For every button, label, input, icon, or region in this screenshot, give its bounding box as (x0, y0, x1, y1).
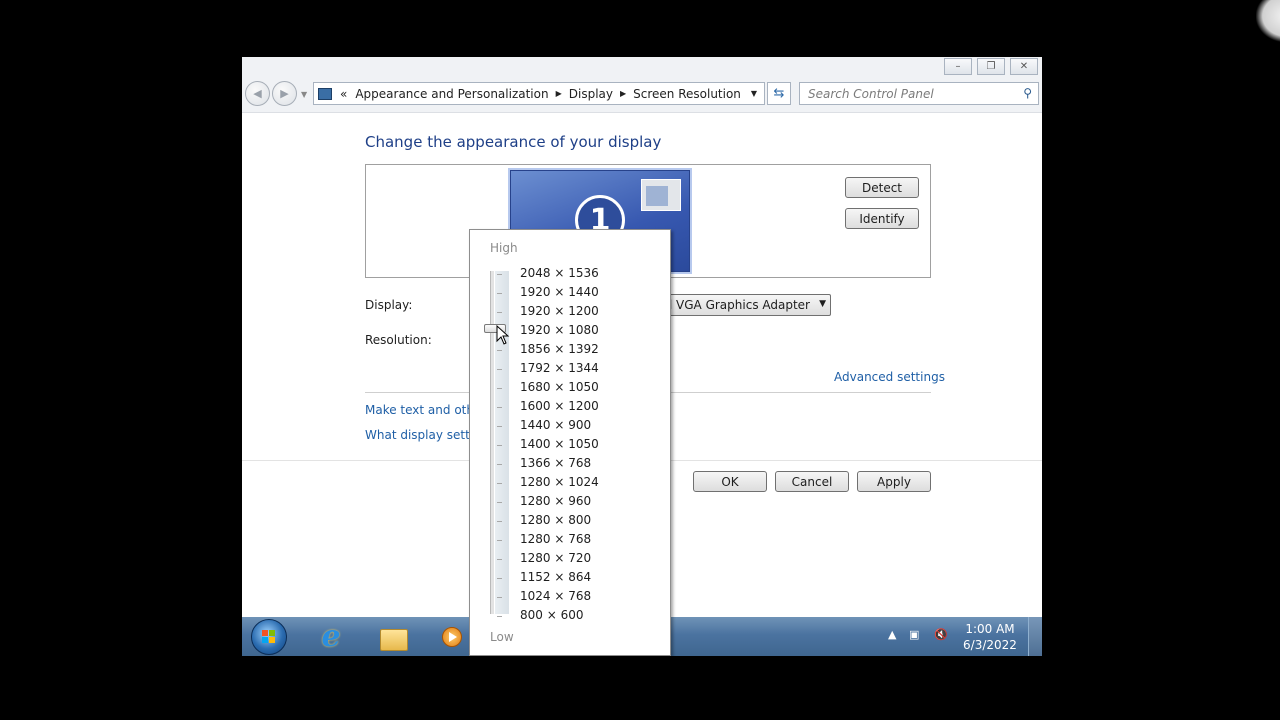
refresh-button[interactable]: ⇆ (767, 82, 791, 105)
slider-tick-mark (497, 521, 502, 522)
close-icon: ✕ (1019, 61, 1029, 72)
media-player-button[interactable] (435, 620, 469, 653)
back-button[interactable]: ◀ (245, 81, 270, 106)
network-icon[interactable]: ▣ (909, 628, 919, 641)
resolution-option[interactable]: 1856 × 1392 (520, 342, 599, 356)
resolution-option[interactable]: 1280 × 960 (520, 494, 591, 508)
window-thumbnail-icon (641, 179, 681, 211)
slider-tick-mark (497, 616, 502, 617)
advanced-settings-link[interactable]: Advanced settings (834, 370, 945, 384)
windows-explorer-button[interactable] (377, 620, 411, 653)
mouse-cursor-icon (496, 325, 510, 345)
recent-pages-dropdown[interactable]: ▼ (301, 90, 307, 99)
minimize-icon: – (955, 61, 961, 72)
breadcrumb-appearance[interactable]: Appearance and Personalization (355, 87, 548, 101)
resolution-slider-popup: High 2048 × 1536 1920 × 1440 1920 × 1200 19… (469, 229, 671, 656)
slider-tick-mark (497, 483, 502, 484)
slider-tick-mark (497, 559, 502, 560)
resolution-label: Resolution: (365, 333, 432, 347)
address-bar[interactable]: « Appearance and Personalization ▶ Displ… (313, 82, 765, 105)
apply-button[interactable]: Apply (857, 471, 931, 492)
display-select[interactable]: lard VGA Graphics Adapter ▼ (649, 294, 831, 316)
slider-tick-mark (497, 578, 502, 579)
slider-tick-mark (497, 597, 502, 598)
address-dropdown-icon[interactable]: ▼ (751, 89, 757, 98)
slider-high-label: High (490, 241, 518, 255)
media-player-icon (442, 626, 462, 647)
control-panel-icon (318, 87, 332, 100)
display-select-value: lard VGA Graphics Adapter (649, 298, 810, 312)
ok-button[interactable]: OK (693, 471, 767, 492)
slider-tick-mark (497, 274, 502, 275)
slider-tick-mark (497, 388, 502, 389)
minimize-button[interactable]: – (944, 58, 972, 75)
resolution-option[interactable]: 1920 × 1200 (520, 304, 599, 318)
detect-button[interactable]: Detect (845, 177, 919, 198)
resolution-option[interactable]: 1680 × 1050 (520, 380, 599, 394)
resolution-option[interactable]: 1152 × 864 (520, 570, 591, 584)
internet-explorer-button[interactable]: e (314, 619, 348, 654)
clock-time: 1:00 AM (965, 622, 1015, 636)
chevron-down-icon: ▼ (819, 299, 826, 309)
restore-button[interactable]: ❐ (977, 58, 1005, 75)
forward-arrow-icon: ▶ (280, 87, 289, 100)
close-button[interactable]: ✕ (1010, 58, 1038, 75)
slider-tick-mark (497, 502, 502, 503)
back-arrow-icon: ◀ (253, 87, 262, 100)
slider-tick-mark (497, 369, 502, 370)
search-input[interactable] (806, 86, 1010, 102)
slider-tick-mark (497, 540, 502, 541)
slider-tick-mark (497, 293, 502, 294)
resolution-option[interactable]: 1280 × 800 (520, 513, 591, 527)
resolution-option[interactable]: 1600 × 1200 (520, 399, 599, 413)
resolution-option[interactable]: 1792 × 1344 (520, 361, 599, 375)
restore-icon: ❐ (986, 61, 996, 72)
slider-track-fill (495, 271, 509, 614)
resolution-option[interactable]: 1280 × 720 (520, 551, 591, 565)
page-title: Change the appearance of your display (365, 133, 662, 151)
display-label: Display: (365, 298, 413, 312)
resolution-option[interactable]: 2048 × 1536 (520, 266, 599, 280)
slider-tick-mark (497, 312, 502, 313)
navigation-bar: ◀ ▶ ▼ « Appearance and Personalization ▶… (242, 78, 1042, 113)
slider-low-label: Low (490, 630, 514, 644)
cancel-button[interactable]: Cancel (775, 471, 849, 492)
breadcrumb-overflow-chevron[interactable]: « (340, 87, 347, 101)
slider-tick-mark (497, 464, 502, 465)
internet-explorer-icon: e (321, 619, 341, 654)
resolution-option[interactable]: 1024 × 768 (520, 589, 591, 603)
resolution-slider-track[interactable] (490, 271, 494, 614)
slider-tick-mark (497, 407, 502, 408)
slider-tick-mark (497, 426, 502, 427)
clock[interactable]: 1:00 AM 6/3/2022 (960, 621, 1020, 653)
show-hidden-icons-icon[interactable]: ▲ (888, 628, 896, 641)
resolution-option[interactable]: 1920 × 1440 (520, 285, 599, 299)
breadcrumb-screen-resolution[interactable]: Screen Resolution (633, 87, 741, 101)
start-button[interactable] (251, 619, 287, 655)
search-icon[interactable]: ⚲ (1023, 86, 1032, 100)
background-glow (1256, 0, 1280, 42)
windows-flag-icon (262, 630, 276, 644)
volume-muted-icon[interactable]: 🔇 (934, 628, 948, 641)
identify-button[interactable]: Identify (845, 208, 919, 229)
resolution-option[interactable]: 1920 × 1080 (520, 323, 599, 337)
breadcrumb-separator-icon[interactable]: ▶ (620, 89, 626, 98)
folder-icon (380, 628, 408, 651)
refresh-icon: ⇆ (773, 86, 785, 101)
resolution-option[interactable]: 1280 × 768 (520, 532, 591, 546)
resolution-option[interactable]: 800 × 600 (520, 608, 584, 622)
forward-button[interactable]: ▶ (272, 81, 297, 106)
search-box[interactable]: ⚲ (799, 82, 1039, 105)
clock-date: 6/3/2022 (963, 638, 1017, 652)
slider-tick-mark (497, 445, 502, 446)
breadcrumb-separator-icon[interactable]: ▶ (556, 89, 562, 98)
resolution-option[interactable]: 1366 × 768 (520, 456, 591, 470)
resolution-option[interactable]: 1400 × 1050 (520, 437, 599, 451)
resolution-option[interactable]: 1440 × 900 (520, 418, 591, 432)
slider-tick-mark (497, 350, 502, 351)
breadcrumb-display[interactable]: Display (569, 87, 613, 101)
resolution-option[interactable]: 1280 × 1024 (520, 475, 599, 489)
show-desktop-button[interactable] (1028, 617, 1042, 656)
title-bar: – ❐ ✕ (242, 57, 1042, 78)
